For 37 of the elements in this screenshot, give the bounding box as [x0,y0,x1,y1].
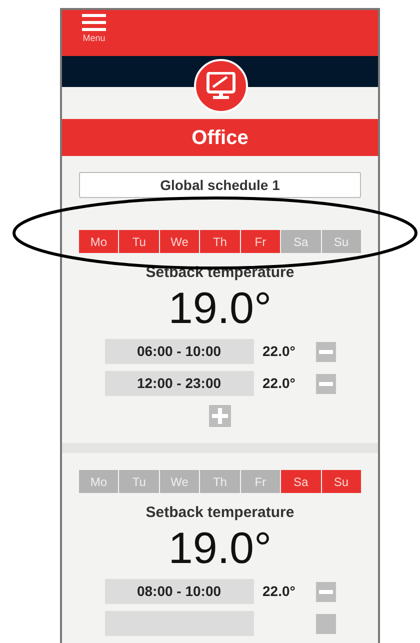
setback-temperature: 19.0° [168,283,272,335]
schedule-field[interactable]: Global schedule 1 [79,172,361,198]
day-toggle[interactable]: Sa [281,470,321,493]
day-toggle[interactable]: Tu [119,230,159,253]
menu-button[interactable]: Menu [82,14,106,44]
menu-icon [82,14,106,32]
setback-temperature: 19.0° [168,523,272,575]
day-toggle[interactable]: Sa [281,230,321,253]
day-toggle[interactable]: We [160,230,200,253]
period-temperature: 22.0° [262,582,296,601]
day-toggle[interactable]: Mo [79,230,118,253]
remove-button[interactable] [316,582,336,602]
day-toggle[interactable]: Fr [240,230,280,253]
monitor-icon [206,72,236,100]
time-range[interactable]: 08:00 - 10:00 [104,579,254,604]
remove-button[interactable] [316,374,336,394]
time-range[interactable]: 12:00 - 23:00 [104,371,254,396]
remove-button[interactable] [316,614,336,634]
period-temperature: 22.0° [262,342,296,361]
plus-icon [212,408,228,424]
minus-icon [318,382,332,386]
day-toggle[interactable]: Fr [240,470,280,493]
minus-icon [318,590,332,594]
add-button[interactable] [209,405,231,427]
setback-label: Setback temperature [146,503,294,523]
day-toggle[interactable]: Th [200,230,240,253]
day-toggle[interactable]: Tu [119,470,159,493]
day-toggle[interactable]: Su [322,230,361,253]
day-toggle[interactable]: Th [200,470,240,493]
day-toggle[interactable]: We [160,470,200,493]
day-toggle[interactable]: Mo [79,470,118,493]
day-toggle[interactable]: Su [322,470,361,493]
minus-icon [318,350,332,354]
time-range[interactable]: 06:00 - 10:00 [104,339,254,364]
remove-button[interactable] [316,342,336,362]
room-name: Office [192,126,248,150]
period-temperature: 22.0° [262,374,296,393]
